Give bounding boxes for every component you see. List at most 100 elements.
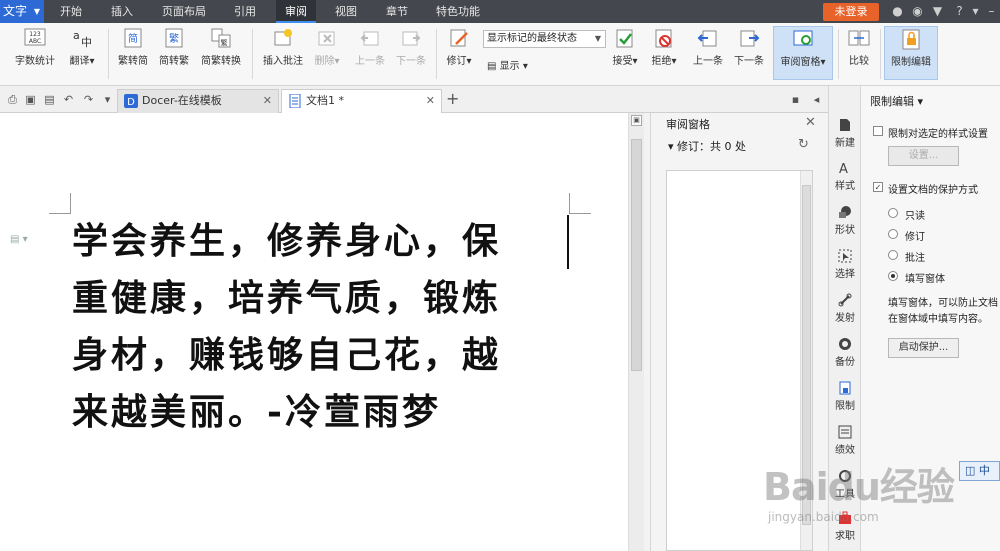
tab-page-layout[interactable]: 页面布局 bbox=[156, 0, 212, 23]
close-icon[interactable]: ✕ bbox=[263, 90, 272, 112]
track-changes-button[interactable]: 修订▾ bbox=[442, 27, 476, 67]
sidebar-item-new[interactable]: 新建 bbox=[829, 118, 861, 149]
tab-review[interactable]: 审阅 bbox=[276, 0, 316, 23]
word-count-button[interactable]: 123 ABC 字数统计 bbox=[12, 27, 58, 67]
radio-fill-forms[interactable] bbox=[888, 271, 898, 281]
skin-icon[interactable]: ▼ bbox=[930, 4, 945, 19]
accept-button[interactable]: 接受▾ bbox=[610, 27, 640, 67]
tab-view[interactable]: 视图 bbox=[326, 0, 366, 23]
pane-toggle-icon[interactable]: ▪ bbox=[789, 93, 802, 106]
simp-to-trad-label: 简转繁 bbox=[159, 56, 189, 67]
panel-title[interactable]: 限制编辑 ▾ bbox=[870, 93, 923, 109]
print-preview-icon[interactable]: ▣ bbox=[24, 93, 37, 106]
help-icon[interactable]: ? bbox=[952, 4, 967, 19]
share-icon[interactable]: ◉ bbox=[910, 4, 925, 19]
reject-button[interactable]: 拒绝▾ bbox=[649, 27, 679, 67]
start-protection-button[interactable]: 启动保护... bbox=[888, 338, 959, 358]
simp-trad-convert-button[interactable]: 繁 简繁转换 bbox=[197, 27, 245, 67]
input-method-icon: ◫ bbox=[965, 464, 976, 477]
scrollbar-thumb[interactable] bbox=[631, 139, 642, 371]
trad-to-simp-button[interactable]: 简 繁转简 bbox=[114, 27, 152, 67]
next-change-button[interactable]: 下一条 bbox=[731, 27, 767, 67]
next-comment-label: 下一条 bbox=[396, 56, 426, 67]
undo-icon[interactable]: ↶ bbox=[62, 93, 75, 106]
translate-icon: a中 bbox=[71, 27, 93, 49]
add-tab-icon[interactable]: + bbox=[446, 91, 459, 107]
translate-label: 翻译 bbox=[69, 56, 90, 67]
prev-comment-button[interactable]: 上一条 bbox=[352, 27, 388, 67]
set-protection-checkbox[interactable]: ✓ bbox=[873, 182, 883, 192]
limit-styles-label: 限制对选定的样式设置 bbox=[888, 129, 988, 140]
track-changes-label: 修订 bbox=[446, 56, 467, 67]
language-button[interactable]: ◫ 中 bbox=[959, 461, 1000, 481]
restrict-editing-label: 限制编辑 bbox=[891, 57, 931, 68]
tab-insert[interactable]: 插入 bbox=[102, 0, 142, 23]
protection-description-line: 填写窗体，可以防止文档 bbox=[888, 298, 998, 309]
svg-text:中: 中 bbox=[81, 36, 92, 49]
sidebar-item-backup[interactable]: 备份 bbox=[829, 337, 861, 368]
docer-icon: D bbox=[124, 94, 138, 108]
sidebar-item-restrict[interactable]: 限制 bbox=[829, 381, 861, 412]
radio-comments[interactable] bbox=[888, 250, 898, 260]
performance-icon bbox=[838, 425, 852, 439]
save-icon[interactable]: ▤ bbox=[43, 93, 56, 106]
tab-docer-templates[interactable]: D Docer-在线模板 ✕ bbox=[117, 89, 279, 113]
sidebar-item-send[interactable]: 发射 bbox=[829, 293, 861, 324]
chevron-down-icon: ▼ bbox=[594, 34, 601, 43]
chevron-down-icon[interactable]: ▾ bbox=[101, 93, 114, 106]
trad-to-simp-label: 繁转简 bbox=[118, 56, 148, 67]
translate-button[interactable]: a中 翻译▾ bbox=[62, 27, 102, 67]
sidebar-item-shape[interactable]: 形状 bbox=[829, 205, 861, 236]
close-icon[interactable]: ✕ bbox=[426, 90, 435, 112]
restrict-editing-button[interactable]: 限制编辑 bbox=[884, 26, 938, 80]
tab-start[interactable]: 开始 bbox=[50, 0, 92, 23]
compare-button[interactable]: 比较 bbox=[844, 27, 874, 67]
document-page[interactable]: ▤ ▾ 学会养生，修养身心，保 重健康，培养气质，锻炼 身材，赚钱够自己花，越 … bbox=[0, 113, 628, 551]
document-scrollbar[interactable]: ▣ bbox=[628, 113, 644, 551]
delete-comment-button[interactable]: 删除▾ bbox=[310, 27, 344, 67]
redo-icon[interactable]: ↷ bbox=[82, 93, 95, 106]
show-button[interactable]: ▤ 显示 ▾ bbox=[487, 57, 528, 72]
tab-document1[interactable]: 文档1 * ✕ bbox=[281, 89, 442, 113]
refresh-icon[interactable]: ↻ bbox=[798, 137, 809, 152]
paragraph-marker-icon[interactable]: ▤ ▾ bbox=[10, 234, 28, 245]
insert-comment-button[interactable]: 插入批注 bbox=[259, 27, 307, 67]
print-icon[interactable]: ⎙ bbox=[6, 93, 19, 106]
chevron-down-icon[interactable]: ▾ bbox=[968, 4, 983, 19]
next-comment-button[interactable]: 下一条 bbox=[393, 27, 429, 67]
radio-revisions[interactable] bbox=[888, 229, 898, 239]
tab-references[interactable]: 引用 bbox=[224, 0, 266, 23]
text-line: 来越美丽。-冷萱雨梦 bbox=[72, 391, 441, 433]
sidebar-item-label: 选择 bbox=[835, 269, 855, 280]
svg-text:繁: 繁 bbox=[221, 38, 228, 47]
margin-corner-mark bbox=[70, 193, 71, 214]
link-icon bbox=[838, 293, 852, 307]
tab-special[interactable]: 特色功能 bbox=[428, 0, 488, 23]
radio-read-only[interactable] bbox=[888, 208, 898, 218]
document-body-text[interactable]: 学会养生，修养身心，保 重健康，培养气质，锻炼 身材，赚钱够自己花，越 来越美丽… bbox=[72, 213, 572, 441]
sidebar-item-label: 新建 bbox=[835, 138, 855, 149]
settings-button[interactable]: 设置... bbox=[888, 146, 959, 166]
sidebar-item-select[interactable]: 选择 bbox=[829, 249, 861, 280]
revision-count: ▾ 修订：共 0 处 bbox=[668, 140, 747, 153]
close-icon[interactable]: ✕ bbox=[805, 115, 816, 130]
prev-change-button[interactable]: 上一条 bbox=[690, 27, 726, 67]
tab-sections[interactable]: 章节 bbox=[376, 0, 418, 23]
menu-bar: 文字 ▼ 开始 插入 页面布局 引用 审阅 视图 章节 特色功能 未登录 ● ◉ … bbox=[0, 0, 1000, 23]
show-marks-select[interactable]: 显示标记的最终状态 ▼ bbox=[483, 30, 606, 48]
review-pane-button[interactable]: 审阅窗格▾ bbox=[773, 26, 833, 80]
reject-icon bbox=[653, 27, 675, 49]
select-icon bbox=[838, 249, 852, 263]
login-button[interactable]: 未登录 bbox=[823, 3, 879, 21]
backup-icon bbox=[838, 337, 852, 351]
sidebar-item-style[interactable]: A 样式 bbox=[829, 161, 861, 192]
simp-to-trad-button[interactable]: 繁 简转繁 bbox=[155, 27, 193, 67]
chevron-down-icon[interactable]: ◂ bbox=[810, 93, 823, 106]
limit-styles-checkbox[interactable] bbox=[873, 126, 883, 136]
prev-comment-label: 上一条 bbox=[355, 56, 385, 67]
minimize-icon[interactable]: – bbox=[984, 4, 999, 19]
show-label: 显示 bbox=[499, 61, 520, 72]
cloud-icon[interactable]: ● bbox=[890, 4, 905, 19]
app-menu-button[interactable]: 文字 ▼ bbox=[0, 0, 44, 23]
ruler-toggle-icon[interactable]: ▣ bbox=[631, 115, 642, 126]
